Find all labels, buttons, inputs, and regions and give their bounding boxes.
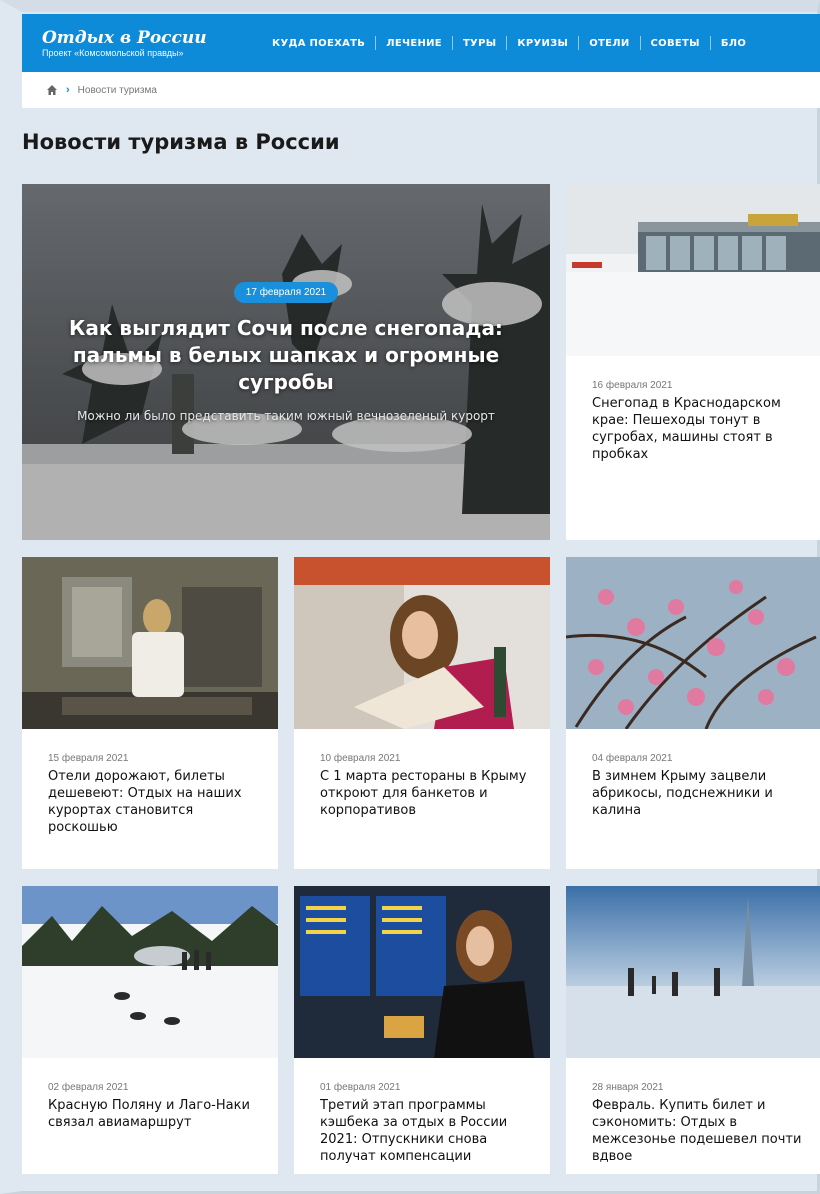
nav-item-cruises[interactable]: КРУИЗЫ xyxy=(507,38,578,49)
featured-title[interactable]: Как выглядит Сочи после снегопада: пальм… xyxy=(56,315,516,396)
article-card[interactable]: 02 февраля 2021 Красную Поляну и Лаго-На… xyxy=(22,886,278,1174)
article-image xyxy=(294,886,550,1058)
nav-item-where-to-go[interactable]: КУДА ПОЕХАТЬ xyxy=(262,38,375,49)
article-image xyxy=(22,557,278,729)
article-card[interactable]: 28 января 2021 Февраль. Купить билет и с… xyxy=(566,886,820,1174)
article-title[interactable]: Третий этап программы кэшбека за отдых в… xyxy=(320,1097,534,1165)
featured-article[interactable]: 17 февраля 2021 Как выглядит Сочи после … xyxy=(22,184,550,540)
site-header: Отдых в России Проект «Комсомольской пра… xyxy=(22,14,820,72)
article-image xyxy=(566,557,820,729)
breadcrumb-current: Новости туризма xyxy=(77,84,157,96)
article-image xyxy=(566,886,820,1058)
article-date: 15 февраля 2021 xyxy=(48,753,129,764)
article-date: 28 января 2021 xyxy=(592,1082,664,1093)
breadcrumb: › Новости туризма xyxy=(22,72,820,108)
article-title[interactable]: Снегопад в Краснодарском крае: Пешеходы … xyxy=(592,395,804,463)
article-image xyxy=(566,184,820,356)
nav-item-tips[interactable]: СОВЕТЫ xyxy=(641,38,710,49)
logo-subtitle: Проект «Комсомольской правды» xyxy=(42,47,184,58)
featured-overlay: 17 февраля 2021 Как выглядит Сочи после … xyxy=(22,184,550,540)
nav-item-hotels[interactable]: ОТЕЛИ xyxy=(579,38,639,49)
article-date: 04 февраля 2021 xyxy=(592,753,673,764)
article-date: 02 февраля 2021 xyxy=(48,1082,129,1093)
main-nav: КУДА ПОЕХАТЬ ЛЕЧЕНИЕ ТУРЫ КРУИЗЫ ОТЕЛИ С… xyxy=(262,36,756,50)
article-title[interactable]: Красную Поляну и Лаго-Наки связал авиама… xyxy=(48,1097,262,1131)
page-title: Новости туризма в России xyxy=(22,130,340,154)
article-image xyxy=(22,886,278,1058)
chevron-right-icon: › xyxy=(66,84,70,96)
nav-item-tours[interactable]: ТУРЫ xyxy=(453,38,506,49)
nav-item-treatment[interactable]: ЛЕЧЕНИЕ xyxy=(376,38,452,49)
site-logo[interactable]: Отдых в России Проект «Комсомольской пра… xyxy=(22,28,262,59)
article-date: 01 февраля 2021 xyxy=(320,1082,401,1093)
article-card[interactable]: 04 февраля 2021 В зимнем Крыму зацвели а… xyxy=(566,557,820,869)
article-card[interactable]: 15 февраля 2021 Отели дорожают, билеты д… xyxy=(22,557,278,869)
nav-item-blogs[interactable]: БЛО xyxy=(711,38,756,49)
home-icon[interactable] xyxy=(46,84,58,96)
article-card[interactable]: 10 февраля 2021 С 1 марта рестораны в Кр… xyxy=(294,557,550,869)
article-title[interactable]: В зимнем Крыму зацвели абрикосы, подснеж… xyxy=(592,768,804,819)
article-date: 10 февраля 2021 xyxy=(320,753,401,764)
article-title[interactable]: С 1 марта рестораны в Крыму откроют для … xyxy=(320,768,534,819)
article-title[interactable]: Отели дорожают, билеты дешевеют: Отдых н… xyxy=(48,768,262,836)
article-title[interactable]: Февраль. Купить билет и сэкономить: Отды… xyxy=(592,1097,804,1165)
article-card[interactable]: 16 февраля 2021 Снегопад в Краснодарском… xyxy=(566,184,820,540)
featured-subtitle: Можно ли было представить таким южный ве… xyxy=(77,409,495,423)
article-date: 16 февраля 2021 xyxy=(592,380,673,391)
logo-title: Отдых в России xyxy=(42,27,207,48)
article-card[interactable]: 01 февраля 2021 Третий этап программы кэ… xyxy=(294,886,550,1174)
date-badge: 17 февраля 2021 xyxy=(233,282,339,303)
article-image xyxy=(294,557,550,729)
